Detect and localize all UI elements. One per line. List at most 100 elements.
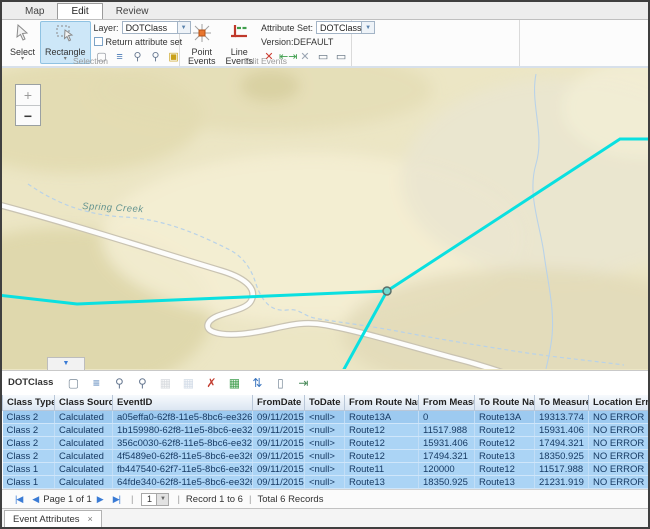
table-cell[interactable]: Route13 <box>475 450 535 463</box>
table-cell[interactable]: Class 2 <box>3 411 55 424</box>
table-cell[interactable]: NO ERROR <box>589 476 649 489</box>
column-header[interactable]: Class Source <box>55 395 113 411</box>
table-cell[interactable]: <null> <box>305 463 345 476</box>
table-cell[interactable]: Calculated <box>55 437 113 450</box>
column-header[interactable]: From Measure <box>419 395 475 411</box>
table-row[interactable]: Class 2Calculated1b159980-62f8-11e5-8bc6… <box>3 424 649 437</box>
table-cell[interactable]: Route13 <box>475 476 535 489</box>
table-cell[interactable]: Calculated <box>55 411 113 424</box>
table-cell[interactable]: 09/11/2015 <box>253 463 305 476</box>
table-cell[interactable]: 64fde340-62f8-11e5-8bc6-ee32641d5ec9 <box>113 476 253 489</box>
table-cell[interactable]: 11517.988 <box>535 463 589 476</box>
zoom-out-button[interactable]: − <box>16 105 40 125</box>
attribute-set-value[interactable]: DOTClass <box>316 21 362 34</box>
page-number-dropdown-icon[interactable]: ▼ <box>157 493 169 506</box>
table-cell[interactable]: 15931.406 <box>535 424 589 437</box>
attribute-calculator-icon[interactable]: ▦ <box>178 376 198 390</box>
table-cell[interactable]: <null> <box>305 476 345 489</box>
table-cell[interactable]: Class 2 <box>3 450 55 463</box>
table-cell[interactable]: 18350.925 <box>535 450 589 463</box>
table-cell[interactable]: 17494.321 <box>535 437 589 450</box>
table-cell[interactable]: Class 1 <box>3 463 55 476</box>
table-cell[interactable]: <null> <box>305 450 345 463</box>
table-cell[interactable]: 09/11/2015 <box>253 476 305 489</box>
table-cell[interactable]: Calculated <box>55 463 113 476</box>
table-row[interactable]: Class 2Calculated4f5489e0-62f8-11e5-8bc6… <box>3 450 649 463</box>
table-cell[interactable]: Route12 <box>475 424 535 437</box>
table-cell[interactable]: Class 1 <box>3 476 55 489</box>
first-page-button[interactable]: |◀ <box>15 494 22 505</box>
tab-event-attributes[interactable]: Event Attributes × <box>4 510 102 527</box>
select-records-icon[interactable]: ▢ <box>63 376 83 390</box>
table-row[interactable]: Class 1Calculatedfb447540-62f7-11e5-8bc6… <box>3 463 649 476</box>
table-cell[interactable]: 356c0030-62f8-11e5-8bc6-ee32641d5ec9 <box>113 437 253 450</box>
column-header[interactable]: EventID <box>113 395 253 411</box>
page-number-value[interactable]: 1 <box>141 493 157 506</box>
table-cell[interactable]: 21231.919 <box>535 476 589 489</box>
table-cell[interactable]: NO ERROR <box>589 450 649 463</box>
table-cell[interactable]: Class 2 <box>3 437 55 450</box>
table-row[interactable]: Class 2Calculated356c0030-62f8-11e5-8bc6… <box>3 437 649 450</box>
zoom-to-selected-icon[interactable]: ⚲ <box>109 376 129 390</box>
table-row[interactable]: Class 2Calculateda05effa0-62f8-11e5-8bc6… <box>3 411 649 424</box>
table-cell[interactable]: NO ERROR <box>589 424 649 437</box>
table-cell[interactable]: Route13A <box>345 411 419 424</box>
next-page-button[interactable]: ▶ <box>97 494 103 505</box>
pan-to-selected-icon[interactable]: ⚲ <box>132 376 152 390</box>
table-cell[interactable]: <null> <box>305 424 345 437</box>
table-cell[interactable]: <null> <box>305 411 345 424</box>
tab-map[interactable]: Map <box>12 4 57 19</box>
table-cell[interactable]: 09/11/2015 <box>253 411 305 424</box>
attribute-set-combobox[interactable]: DOTClass ▼ <box>316 21 375 34</box>
add-records-icon[interactable]: ▦ <box>224 376 244 390</box>
table-cell[interactable]: 1b159980-62f8-11e5-8bc6-ee32641d5ec9 <box>113 424 253 437</box>
column-header[interactable]: ToDate <box>305 395 345 411</box>
zoom-in-button[interactable]: + <box>16 85 40 105</box>
table-cell[interactable]: 18350.925 <box>419 476 475 489</box>
table-cell[interactable]: Route13 <box>345 476 419 489</box>
table-cell[interactable]: a05effa0-62f8-11e5-8bc6-ee32641d5ec9 <box>113 411 253 424</box>
table-cell[interactable]: 09/11/2015 <box>253 450 305 463</box>
table-cell[interactable]: NO ERROR <box>589 411 649 424</box>
table-cell[interactable]: Route12 <box>345 424 419 437</box>
tab-edit[interactable]: Edit <box>57 3 102 19</box>
layer-value[interactable]: DOTClass <box>122 21 178 34</box>
last-page-button[interactable]: ▶| <box>113 494 120 505</box>
column-header[interactable]: Location Error <box>589 395 649 411</box>
table-cell[interactable]: Calculated <box>55 450 113 463</box>
table-cell[interactable]: Route12 <box>475 463 535 476</box>
sort-records-icon[interactable]: ⇅ <box>247 376 267 390</box>
table-cell[interactable]: NO ERROR <box>589 437 649 450</box>
table-cell[interactable]: 4f5489e0-62f8-11e5-8bc6-ee32641d5ec9 <box>113 450 253 463</box>
table-cell[interactable]: Calculated <box>55 476 113 489</box>
fit-columns-icon[interactable]: ⇥ <box>293 376 313 390</box>
table-cell[interactable]: <null> <box>305 437 345 450</box>
attribute-set-dropdown-icon[interactable]: ▼ <box>362 21 375 34</box>
table-cell[interactable]: Route11 <box>345 463 419 476</box>
table-cell[interactable]: Class 2 <box>3 424 55 437</box>
table-cell[interactable]: 09/11/2015 <box>253 424 305 437</box>
column-header[interactable]: From Route Name <box>345 395 419 411</box>
delete-selected-icon[interactable]: ✗ <box>201 376 221 390</box>
table-cell[interactable]: Calculated <box>55 424 113 437</box>
table-cell[interactable]: Route12 <box>345 450 419 463</box>
tab-review[interactable]: Review <box>103 4 162 19</box>
table-cell[interactable]: 19313.774 <box>535 411 589 424</box>
record-form-icon[interactable]: ▯ <box>270 376 290 390</box>
table-cell[interactable]: Route12 <box>475 437 535 450</box>
map-view[interactable]: Spring Creek + − ▼ <box>2 68 648 370</box>
show-selected-records-icon[interactable]: ≡ <box>86 376 106 390</box>
column-header[interactable]: FromDate <box>253 395 305 411</box>
column-header[interactable]: To Route Name <box>475 395 535 411</box>
table-cell[interactable]: 11517.988 <box>419 424 475 437</box>
previous-page-button[interactable]: ◀ <box>32 494 38 505</box>
table-cell[interactable]: 0 <box>419 411 475 424</box>
save-edits-icon[interactable]: ▦ <box>155 376 175 390</box>
route-junction-vertex[interactable] <box>383 287 391 295</box>
table-cell[interactable]: 15931.406 <box>419 437 475 450</box>
table-cell[interactable]: NO ERROR <box>589 463 649 476</box>
table-row[interactable]: Class 1Calculated64fde340-62f8-11e5-8bc6… <box>3 476 649 489</box>
table-cell[interactable]: 17494.321 <box>419 450 475 463</box>
return-attribute-set-checkbox[interactable] <box>94 37 103 46</box>
table-cell[interactable]: 09/11/2015 <box>253 437 305 450</box>
